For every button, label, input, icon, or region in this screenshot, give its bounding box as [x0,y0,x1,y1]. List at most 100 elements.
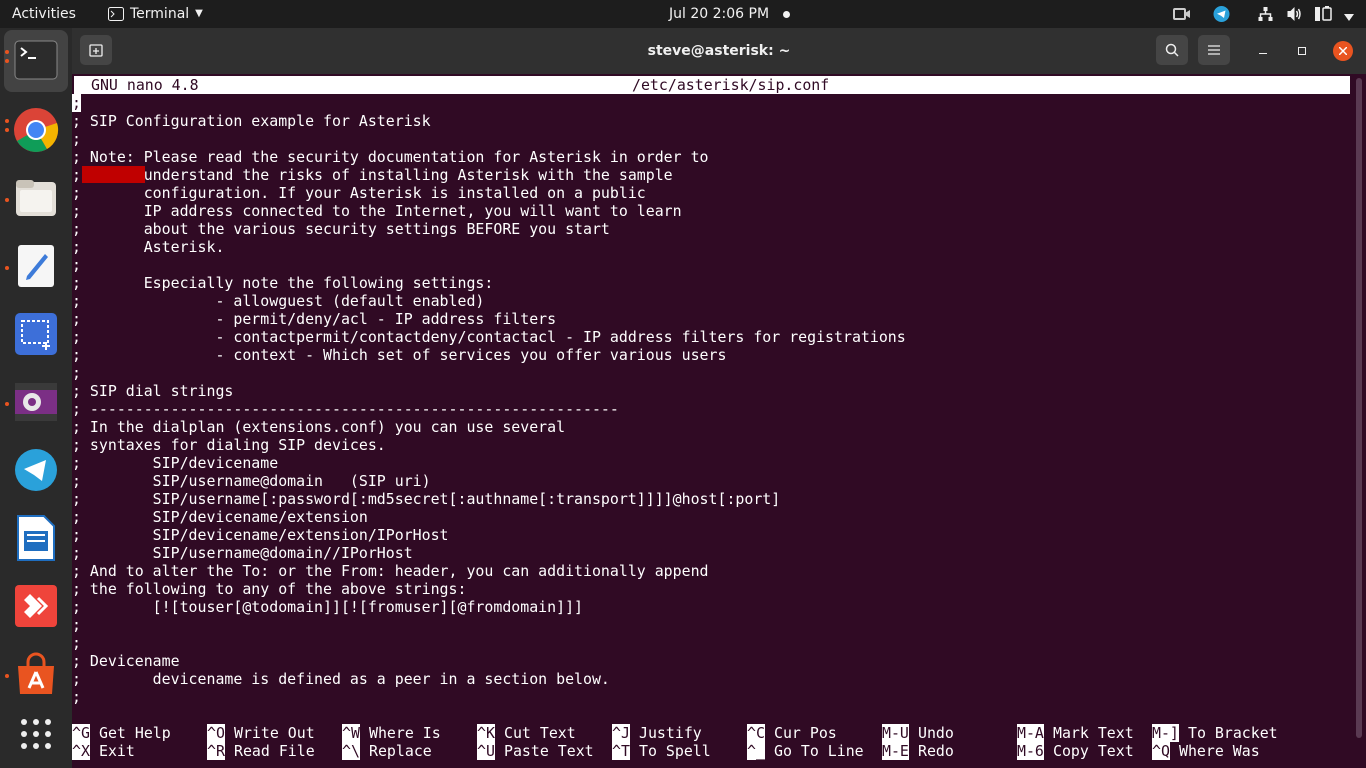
terminal-view[interactable]: GNU nano 4.8 /etc/asterisk/sip.conf ;; S… [72,74,1352,768]
editor-line: ; [72,130,81,148]
editor-line: ; SIP/devicename/extension/IPorHost [72,526,449,544]
editor-line: ; Asterisk. [72,238,225,256]
menu-button[interactable] [1198,35,1230,65]
running-indicator [5,198,9,202]
editor-line: ; configuration. If your Asterisk is ins… [72,184,646,202]
app-store-icon[interactable] [12,650,60,698]
top-bar: Activities Terminal ▼ Jul 20 2:06 PM [0,0,1366,28]
editor-line: ; - contactpermit/contactdeny/contactacl… [72,328,906,346]
editor-line: ; [![touser[@todomain]][![fromuser][@fro… [72,598,584,616]
running-indicator [5,119,9,123]
close-button[interactable] [1333,41,1353,61]
terminal-small-icon [108,7,124,21]
video-icon[interactable] [12,378,60,426]
editor-line: ; SIP Configuration example for Asterisk [72,112,431,130]
running-indicator [5,266,9,270]
shortcut-key: ^C [747,724,765,742]
shortcut-key: M-A [1017,724,1044,742]
search-button[interactable] [1156,35,1188,65]
editor-line: ; devicename is defined as a peer in a s… [72,670,610,688]
new-tab-icon [89,44,103,57]
system-menu-chevron-icon[interactable] [1344,10,1354,26]
editor-line: ; understand the risks of installing Ast… [72,166,673,184]
maximize-button[interactable] [1292,41,1312,61]
shortcut-key: ^G [72,724,90,742]
shortcut-label: Cur Pos [774,724,837,742]
shortcut-key: ^U [477,742,495,760]
shortcut-label: Go To Line [774,742,864,760]
files-icon[interactable] [12,174,60,222]
minimize-button[interactable] [1253,41,1273,61]
editor-line: ; - context - Which set of services you … [72,346,727,364]
editor-line: ; [72,688,81,706]
activities-button[interactable]: Activities [12,0,76,28]
screenshot-icon[interactable] [12,310,60,358]
terminal-header-bar: steve@asterisk: ~ [72,28,1366,74]
editor-line: ; And to alter the To: or the From: head… [72,562,709,580]
telegram-tray-icon[interactable] [1213,6,1230,22]
editor-line: ; the following to any of the above stri… [72,580,467,598]
telegram-icon[interactable] [12,446,60,494]
editor-line: ; SIP/devicename/extension [72,508,368,526]
editor-line: ; SIP/devicename [72,454,279,472]
network-icon[interactable] [1257,6,1274,22]
clock-label: Jul 20 2:06 PM [669,6,770,22]
editor-line: ; SIP dial strings [72,382,234,400]
shortcut-key: ^T [612,742,630,760]
editor-line: ; SIP/username@domain//IPorHost [72,544,413,562]
shortcut-label: Replace [369,742,432,760]
shortcut-label: Read File [234,742,315,760]
minimize-icon [1259,52,1267,54]
scrollbar[interactable] [1352,74,1366,768]
editor-line: ; In the dialplan (extensions.conf) you … [72,418,566,436]
writer-icon[interactable] [12,514,60,562]
shortcut-key: ^J [612,724,630,742]
editor-line: ; syntaxes for dialing SIP devices. [72,436,386,454]
shortcut-label: Exit [99,742,135,760]
text-editor-icon[interactable] [12,242,60,290]
chevron-down-icon: ▼ [195,8,203,19]
running-indicator [5,59,9,63]
editor-line: ; IP address connected to the Internet, … [72,202,682,220]
app-menu-label: Terminal [130,6,190,22]
app-menu[interactable]: Terminal ▼ [108,0,203,28]
text-cursor: ; [72,94,81,112]
editor-line: ; [72,616,81,634]
editor-line: ; about the various security settings BE… [72,220,610,238]
shortcut-label: Where Is [369,724,441,742]
editor-line: ; Devicename [72,652,180,670]
shortcut-key: ^O [207,724,225,742]
dock [0,28,72,768]
shortcut-label: Mark Text [1053,724,1134,742]
battery-icon[interactable] [1314,6,1334,22]
editor-line: ; [72,634,81,652]
nano-filename: /etc/asterisk/sip.conf [632,76,830,94]
chrome-icon[interactable] [12,106,60,154]
nano-title-bar: GNU nano 4.8 /etc/asterisk/sip.conf [74,76,1350,94]
show-apps-icon[interactable] [12,710,60,758]
scrollbar-thumb[interactable] [1356,78,1362,738]
shortcut-key: ^\ [342,742,360,760]
shortcut-label: Undo [918,724,954,742]
clock[interactable]: Jul 20 2:06 PM [669,0,791,28]
shortcut-label: Write Out [234,724,315,742]
camera-icon[interactable] [1173,6,1191,22]
shortcut-key: ^Q [1152,742,1170,760]
volume-icon[interactable] [1286,6,1303,22]
editor-line: ; SIP/username@domain (SIP uri) [72,472,431,490]
hamburger-icon [1208,45,1220,55]
dock-terminal-icon[interactable] [12,36,60,84]
shortcut-label: Copy Text [1053,742,1134,760]
new-tab-button[interactable] [80,35,112,65]
shortcut-label: To Spell [639,742,711,760]
anydesk-icon[interactable] [12,582,60,630]
shortcut-label: Where Was [1179,742,1260,760]
editor-line: ; - permit/deny/acl - IP address filters [72,310,557,328]
notification-dot-icon [783,10,791,18]
editor-line: ; [72,256,81,274]
editor-line: ; --------------------------------------… [72,400,619,418]
shortcut-key: ^_ [747,742,765,760]
shortcut-label: Get Help [99,724,171,742]
shortcut-label: Redo [918,742,954,760]
editor-line: ; SIP/username[:password[:md5secret[:aut… [72,490,781,508]
